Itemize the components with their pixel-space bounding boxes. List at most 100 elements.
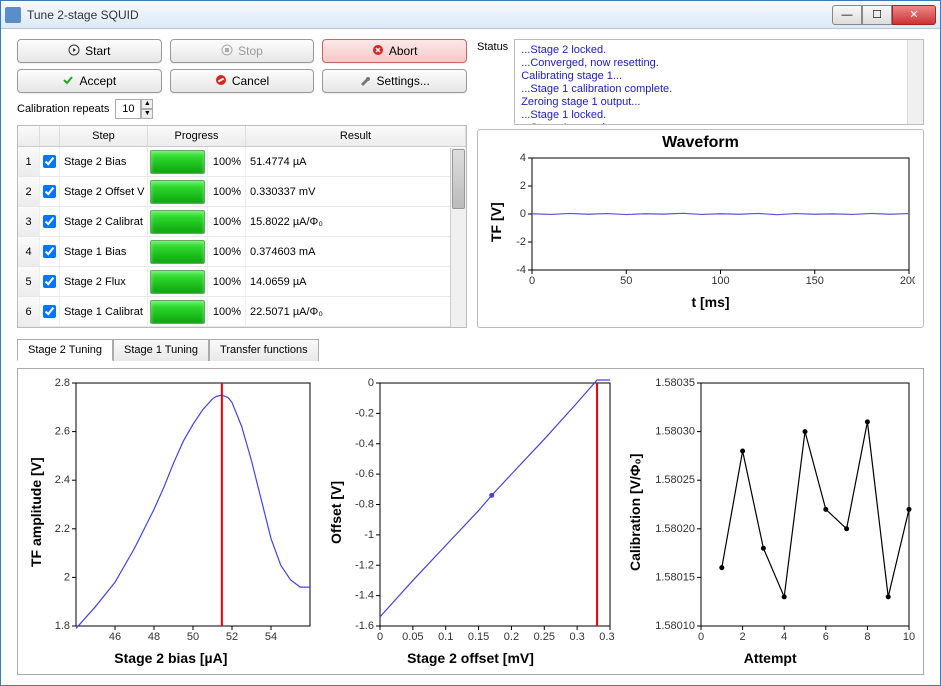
svg-text:1.58015: 1.58015 — [656, 571, 696, 583]
step-checkbox[interactable] — [43, 245, 56, 258]
calibration-repeats-spinner[interactable]: ▲▼ — [115, 99, 153, 119]
svg-text:0: 0 — [368, 377, 374, 389]
app-icon — [5, 7, 21, 23]
tab-stage2-tuning[interactable]: Stage 2 Tuning — [17, 339, 113, 361]
svg-text:-1: -1 — [364, 529, 374, 541]
spin-down-icon[interactable]: ▼ — [141, 109, 153, 119]
step-checkbox[interactable] — [43, 215, 56, 228]
svg-text:1.58025: 1.58025 — [656, 474, 696, 486]
svg-text:2.4: 2.4 — [55, 474, 70, 486]
stop-button[interactable]: Stop — [170, 39, 315, 63]
progress-bar — [150, 300, 205, 324]
svg-text:50: 50 — [187, 631, 199, 643]
svg-text:-0.4: -0.4 — [355, 438, 374, 450]
svg-text:0.15: 0.15 — [468, 631, 489, 643]
col-result: Result — [246, 126, 466, 146]
calibration-repeats-label: Calibration repeats — [17, 103, 109, 115]
svg-text:2: 2 — [740, 631, 746, 643]
calibration-chart: 02468101.580101.580151.580201.580251.580… — [645, 377, 915, 648]
svg-text:200: 200 — [900, 275, 915, 287]
play-icon — [68, 44, 80, 59]
calibration-ylabel: Calibration [V/Φ₀] — [625, 377, 645, 648]
table-row[interactable]: 6 Stage 1 Calibrat 100% 22.5071 µA/Φ₀ — [18, 297, 466, 327]
abort-button[interactable]: Abort — [322, 39, 467, 63]
settings-button[interactable]: Settings... — [322, 69, 467, 93]
svg-text:6: 6 — [823, 631, 829, 643]
cancel-button[interactable]: Cancel — [170, 69, 315, 93]
svg-text:2.2: 2.2 — [55, 523, 70, 535]
svg-text:48: 48 — [148, 631, 160, 643]
svg-text:0.3: 0.3 — [569, 631, 584, 643]
tab-transfer-functions[interactable]: Transfer functions — [209, 339, 319, 361]
svg-text:4: 4 — [781, 631, 787, 643]
tab-panel: TF amplitude [V] 46485052541.822.22.42.6… — [17, 368, 924, 675]
cancel-icon — [215, 74, 227, 89]
col-step: Step — [60, 126, 148, 146]
svg-text:-1.4: -1.4 — [355, 590, 374, 602]
svg-text:-4: -4 — [516, 264, 526, 276]
tabs: Stage 2 Tuning Stage 1 Tuning Transfer f… — [17, 338, 924, 360]
progress-bar — [150, 240, 205, 264]
step-checkbox[interactable] — [43, 275, 56, 288]
svg-text:52: 52 — [226, 631, 238, 643]
svg-text:4: 4 — [520, 152, 526, 164]
svg-text:-0.2: -0.2 — [355, 407, 374, 419]
svg-text:1.58010: 1.58010 — [656, 620, 696, 632]
maximize-button[interactable]: ☐ — [862, 5, 892, 25]
svg-text:0.05: 0.05 — [402, 631, 423, 643]
svg-text:0.2: 0.2 — [503, 631, 518, 643]
status-label: Status — [477, 39, 508, 125]
waveform-ylabel: TF [V] — [486, 152, 506, 292]
svg-text:1.58035: 1.58035 — [656, 377, 696, 389]
col-progress: Progress — [148, 126, 246, 146]
svg-text:150: 150 — [806, 275, 824, 287]
waveform-panel: Waveform TF [V] 050100150200-4-2024 t [m… — [477, 129, 924, 328]
step-checkbox[interactable] — [43, 185, 56, 198]
table-row[interactable]: 1 Stage 2 Bias 100% 51.4774 µA — [18, 147, 466, 177]
minimize-button[interactable]: — — [832, 5, 862, 25]
start-button[interactable]: Start — [17, 39, 162, 63]
svg-text:-0.6: -0.6 — [355, 468, 374, 480]
waveform-title: Waveform — [486, 134, 915, 152]
svg-text:0: 0 — [520, 208, 526, 220]
svg-text:1.8: 1.8 — [55, 620, 70, 632]
offset-ylabel: Offset [V] — [326, 377, 346, 648]
svg-text:-1.2: -1.2 — [355, 559, 374, 571]
close-button[interactable]: ✕ — [892, 5, 936, 25]
svg-text:2.6: 2.6 — [55, 426, 70, 438]
table-row[interactable]: 3 Stage 2 Calibrat 100% 15.8022 µA/Φ₀ — [18, 207, 466, 237]
svg-text:0: 0 — [698, 631, 704, 643]
svg-text:2: 2 — [64, 571, 70, 583]
progress-bar — [150, 210, 205, 234]
svg-text:-1.6: -1.6 — [355, 620, 374, 632]
progress-bar — [150, 150, 205, 174]
table-row[interactable]: 5 Stage 2 Flux 100% 14.0659 µA — [18, 267, 466, 297]
spin-up-icon[interactable]: ▲ — [141, 99, 153, 109]
waveform-xlabel: t [ms] — [486, 292, 915, 310]
progress-bar — [150, 270, 205, 294]
svg-text:-2: -2 — [516, 236, 526, 248]
calibration-repeats-input[interactable] — [115, 99, 141, 119]
table-row[interactable]: 2 Stage 2 Offset V 100% 0.330337 mV — [18, 177, 466, 207]
svg-text:0: 0 — [377, 631, 383, 643]
tab-stage1-tuning[interactable]: Stage 1 Tuning — [113, 339, 209, 361]
status-scrollbar[interactable] — [907, 40, 923, 124]
svg-text:46: 46 — [109, 631, 121, 643]
svg-text:0.25: 0.25 — [533, 631, 554, 643]
abort-icon — [372, 44, 384, 59]
status-box: ...Stage 2 locked....Converged, now rese… — [514, 39, 924, 125]
window: Tune 2-stage SQUID — ☐ ✕ Start — [0, 0, 941, 686]
steps-table: Step Progress Result 1 Stage 2 Bias 100%… — [17, 125, 467, 328]
accept-button[interactable]: Accept — [17, 69, 162, 93]
table-scrollbar[interactable] — [450, 148, 466, 327]
waveform-chart: 050100150200-4-2024 — [506, 152, 915, 292]
offset-chart: 00.050.10.150.20.250.30.35-1.6-1.4-1.2-1… — [346, 377, 616, 648]
progress-bar — [150, 180, 205, 204]
svg-text:2.8: 2.8 — [55, 377, 70, 389]
svg-text:50: 50 — [620, 275, 632, 287]
wrench-icon — [359, 74, 371, 89]
step-checkbox[interactable] — [43, 305, 56, 318]
table-row[interactable]: 4 Stage 1 Bias 100% 0.374603 mA — [18, 237, 466, 267]
step-checkbox[interactable] — [43, 155, 56, 168]
svg-text:0.1: 0.1 — [438, 631, 453, 643]
